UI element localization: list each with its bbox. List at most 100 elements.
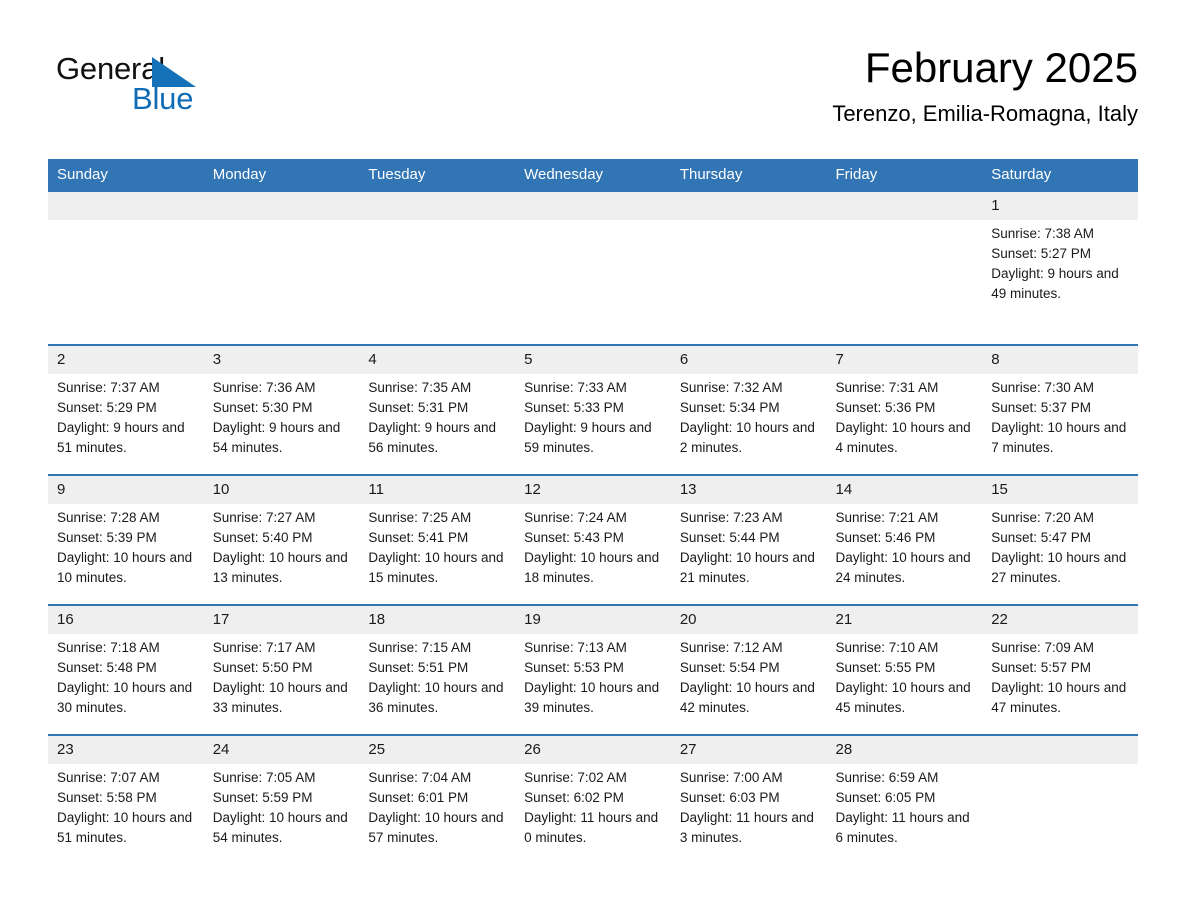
sunrise-text: Sunrise: 7:04 AM [368,770,472,785]
sunrise-text: Sunrise: 7:17 AM [212,640,316,655]
sunset-text: Sunset: 5:54 PM [679,660,780,675]
day-details: Sunrise: 7:07 AM Sunset: 5:58 PM Daylight:… [48,764,204,848]
calendar-day-cell[interactable]: 16 Sunrise: 7:18 AM Sunset: 5:48 PM Dayligh… [48,604,204,735]
sunrise-text: Sunrise: 7:23 AM [679,510,783,525]
sunrise-text: Sunrise: 7:25 AM [368,510,472,525]
sunrise-text: Sunrise: 7:21 AM [835,510,939,525]
calendar-day-cell[interactable]: 14 Sunrise: 7:21 AM Sunset: 5:46 PM Dayligh… [826,474,983,605]
day-number: 24 [203,736,360,764]
day-details: Sunrise: 7:05 AM Sunset: 5:59 PM Daylight:… [204,764,360,848]
calendar-day-cell[interactable]: 23 Sunrise: 7:07 AM Sunset: 5:58 PM Dayligh… [48,734,204,864]
calendar-day-cell[interactable]: 17 Sunrise: 7:17 AM Sunset: 5:50 PM Dayligh… [203,604,360,735]
calendar-day-cell[interactable]: 11 Sunrise: 7:25 AM Sunset: 5:41 PM Dayligh… [359,474,516,605]
day-number: 5 [515,346,671,374]
weekday-header-friday: Friday [826,159,983,191]
sunset-text: Sunset: 5:31 PM [368,400,469,415]
day-details: Sunrise: 7:36 AM Sunset: 5:30 PM Daylight:… [204,374,360,458]
calendar-day-cell[interactable]: 10 Sunrise: 7:27 AM Sunset: 5:40 PM Dayligh… [203,474,360,605]
day-cell-inner [203,192,360,344]
day-details: Sunrise: 7:35 AM Sunset: 5:31 PM Daylight:… [359,374,515,458]
day-details: Sunrise: 7:25 AM Sunset: 5:41 PM Daylight:… [359,504,515,588]
sunset-text: Sunset: 5:39 PM [57,530,157,545]
day-number [203,192,360,220]
sunset-text: Sunset: 5:58 PM [57,790,157,805]
weekday-header-tuesday: Tuesday [359,159,516,191]
sunset-text: Sunset: 5:43 PM [524,530,624,545]
day-details: Sunrise: 7:37 AM Sunset: 5:29 PM Daylight:… [48,374,204,458]
day-cell-inner: 14 Sunrise: 7:21 AM Sunset: 5:46 PM Dayligh… [826,476,983,604]
day-cell-inner [515,192,671,344]
calendar-day-cell[interactable]: 15 Sunrise: 7:20 AM Sunset: 5:47 PM Dayligh… [982,474,1138,605]
calendar-day-cell[interactable]: 1 Sunrise: 7:38 AM Sunset: 5:27 PM Daylight… [982,190,1138,345]
day-cell-inner: 10 Sunrise: 7:27 AM Sunset: 5:40 PM Dayligh… [203,476,360,604]
day-number: 25 [359,736,516,764]
day-details: Sunrise: 7:12 AM Sunset: 5:54 PM Daylight:… [671,634,827,718]
calendar-day-cell[interactable]: 6 Sunrise: 7:32 AM Sunset: 5:34 PM Daylight… [670,344,827,475]
location-subtitle: Terenzo, Emilia-Romagna, Italy [832,101,1138,126]
day-number: 12 [515,476,671,504]
sunset-text: Sunset: 5:29 PM [57,400,157,415]
calendar-day-cell[interactable]: 9 Sunrise: 7:28 AM Sunset: 5:39 PM Daylight… [48,474,204,605]
day-details: Sunrise: 7:32 AM Sunset: 5:34 PM Daylight:… [671,374,827,458]
day-details: Sunrise: 7:00 AM Sunset: 6:03 PM Daylight:… [671,764,827,848]
day-cell-inner: 12 Sunrise: 7:24 AM Sunset: 5:43 PM Dayligh… [515,476,671,604]
calendar-day-cell[interactable]: 5 Sunrise: 7:33 AM Sunset: 5:33 PM Daylight… [515,344,671,475]
calendar-day-cell[interactable]: 18 Sunrise: 7:15 AM Sunset: 5:51 PM Dayligh… [359,604,516,735]
day-cell-inner [826,192,983,344]
day-number: 27 [670,736,827,764]
calendar-day-cell[interactable]: 19 Sunrise: 7:13 AM Sunset: 5:53 PM Dayligh… [515,604,671,735]
calendar-day-cell[interactable]: 12 Sunrise: 7:24 AM Sunset: 5:43 PM Dayligh… [515,474,671,605]
day-cell-inner: 17 Sunrise: 7:17 AM Sunset: 5:50 PM Dayligh… [203,606,360,734]
sunset-text: Sunset: 5:36 PM [835,400,936,415]
day-cell-inner: 13 Sunrise: 7:23 AM Sunset: 5:44 PM Dayligh… [670,476,827,604]
day-number: 23 [48,736,204,764]
calendar-day-cell[interactable]: 26 Sunrise: 7:02 AM Sunset: 6:02 PM Dayligh… [515,734,671,864]
daylight-text: Daylight: 10 hours and 21 minutes. [679,550,815,585]
sunset-text: Sunset: 5:53 PM [524,660,624,675]
day-cell-inner: 25 Sunrise: 7:04 AM Sunset: 6:01 PM Dayligh… [359,736,516,864]
day-details: Sunrise: 7:33 AM Sunset: 5:33 PM Daylight:… [515,374,671,458]
sunrise-text: Sunrise: 7:24 AM [524,510,627,525]
day-number: 17 [203,606,360,634]
calendar-day-cell[interactable]: 25 Sunrise: 7:04 AM Sunset: 6:01 PM Dayligh… [359,734,516,864]
day-details: Sunrise: 7:18 AM Sunset: 5:48 PM Daylight:… [48,634,204,718]
day-number: 4 [359,346,516,374]
day-number: 28 [826,736,983,764]
calendar-day-cell[interactable]: 22 Sunrise: 7:09 AM Sunset: 5:57 PM Dayligh… [982,604,1138,735]
daylight-text: Daylight: 10 hours and 54 minutes. [212,810,348,845]
daylight-text: Daylight: 10 hours and 36 minutes. [368,680,504,715]
sunset-text: Sunset: 6:01 PM [368,790,469,805]
daylight-text: Daylight: 9 hours and 49 minutes. [991,266,1119,301]
sunset-text: Sunset: 5:27 PM [991,246,1092,261]
calendar-day-cell[interactable]: 3 Sunrise: 7:36 AM Sunset: 5:30 PM Daylight… [203,344,360,475]
calendar-day-cell[interactable]: 28 Sunrise: 6:59 AM Sunset: 6:05 PM Dayligh… [826,734,983,864]
day-details: Sunrise: 7:31 AM Sunset: 5:36 PM Daylight:… [827,374,983,458]
sunrise-text: Sunrise: 7:28 AM [57,510,160,525]
calendar-day-cell[interactable]: 8 Sunrise: 7:30 AM Sunset: 5:37 PM Daylight… [982,344,1138,475]
weekday-header-saturday: Saturday [982,159,1138,191]
daylight-text: Daylight: 10 hours and 15 minutes. [368,550,504,585]
day-number: 11 [359,476,516,504]
daylight-text: Daylight: 9 hours and 59 minutes. [524,420,652,455]
day-details: Sunrise: 6:59 AM Sunset: 6:05 PM Daylight:… [827,764,983,848]
sunrise-text: Sunrise: 7:02 AM [524,770,627,785]
calendar-day-cell[interactable]: 20 Sunrise: 7:12 AM Sunset: 5:54 PM Dayligh… [670,604,827,735]
calendar-day-cell[interactable]: 24 Sunrise: 7:05 AM Sunset: 5:59 PM Dayligh… [203,734,360,864]
daylight-text: Daylight: 10 hours and 4 minutes. [835,420,971,455]
calendar-day-cell[interactable]: 13 Sunrise: 7:23 AM Sunset: 5:44 PM Dayligh… [670,474,827,605]
weekday-header-thursday: Thursday [670,159,827,191]
sunset-text: Sunset: 5:57 PM [991,660,1092,675]
calendar-day-cell[interactable]: 27 Sunrise: 7:00 AM Sunset: 6:03 PM Dayligh… [670,734,827,864]
calendar-day-cell[interactable]: 4 Sunrise: 7:35 AM Sunset: 5:31 PM Daylight… [359,344,516,475]
day-cell-inner: 8 Sunrise: 7:30 AM Sunset: 5:37 PM Daylight… [982,346,1138,474]
day-details: Sunrise: 7:24 AM Sunset: 5:43 PM Daylight:… [515,504,671,588]
calendar-day-cell[interactable]: 7 Sunrise: 7:31 AM Sunset: 5:36 PM Daylight… [826,344,983,475]
calendar-day-cell[interactable]: 2 Sunrise: 7:37 AM Sunset: 5:29 PM Daylight… [48,344,204,475]
day-cell-inner: 16 Sunrise: 7:18 AM Sunset: 5:48 PM Dayligh… [48,606,204,734]
calendar-day-cell[interactable]: 21 Sunrise: 7:10 AM Sunset: 5:55 PM Dayligh… [826,604,983,735]
day-number: 3 [203,346,360,374]
day-number [48,192,204,220]
day-number: 1 [982,192,1138,220]
day-cell-inner: 18 Sunrise: 7:15 AM Sunset: 5:51 PM Dayligh… [359,606,516,734]
day-cell-inner [48,192,204,344]
